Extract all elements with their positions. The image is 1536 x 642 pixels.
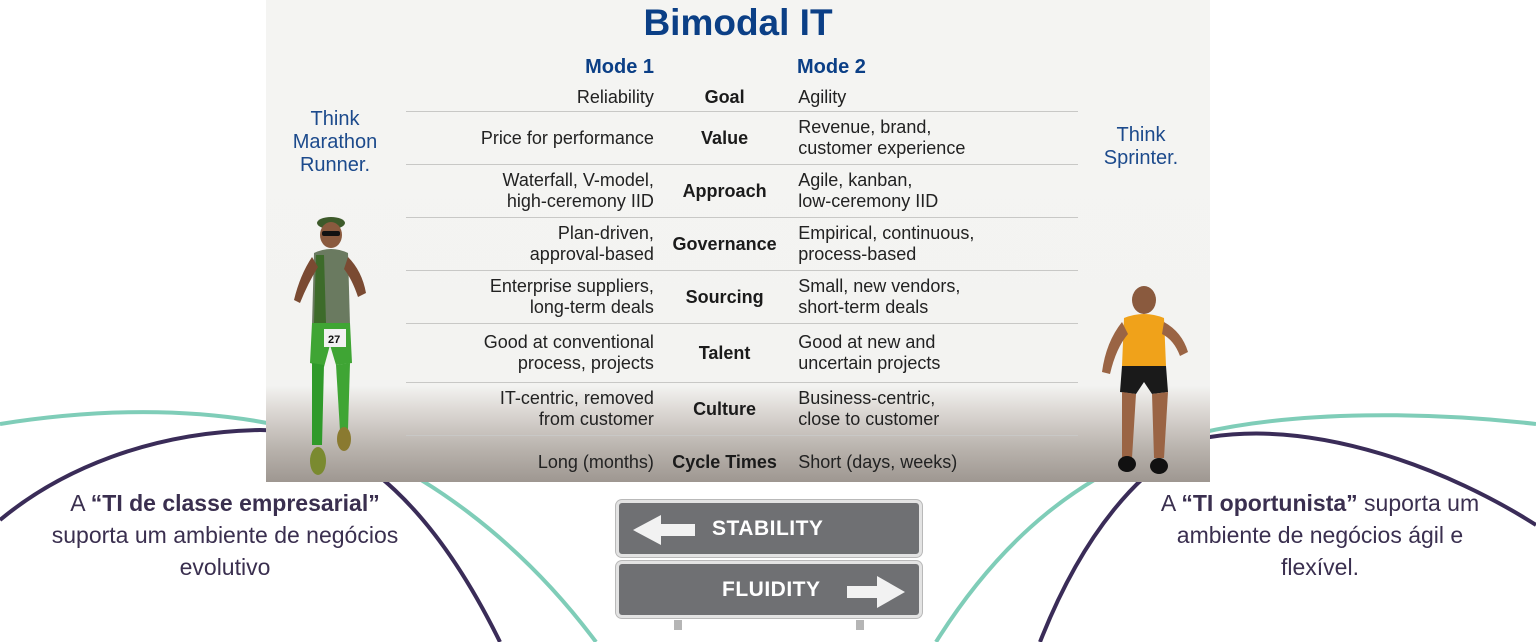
sign-board-stability: STABILITY xyxy=(616,500,922,557)
caption-enterprise-it: A “TI de classe empresarial” suporta um … xyxy=(40,487,410,583)
mode1-cell: Price for performance xyxy=(406,128,654,149)
mode1-cell: Long (months) xyxy=(406,452,654,473)
aspect-cell: Cycle Times xyxy=(672,451,777,472)
table-row: Waterfall, V-model, high-ceremony IID Appr… xyxy=(406,165,1078,218)
mode1-cell-line: Waterfall, V-model, xyxy=(502,170,654,190)
mode2-cell: Small, new vendors, short-term deals xyxy=(795,276,1078,318)
mode1-cell-line: Plan-driven, xyxy=(557,223,654,243)
mode1-cell-line: high-ceremony IID xyxy=(506,191,654,211)
caption-prefix: A xyxy=(1160,490,1182,516)
mode1-cell-line: long-term deals xyxy=(529,297,654,317)
aspect-cell: Value xyxy=(701,127,749,148)
mode2-cell-line: customer experience xyxy=(798,138,966,158)
table-row: Good at conventional process, projects Tal… xyxy=(406,324,1078,383)
table-row: IT-centric, removed from customer Culture B… xyxy=(406,383,1078,436)
mode2-cell: Agility xyxy=(795,87,1078,108)
caption-prefix: A xyxy=(70,490,91,516)
mode1-cell-line: approval-based xyxy=(529,244,654,264)
mode1-cell: Good at conventional process, projects xyxy=(406,332,654,374)
mode1-cell-line: from customer xyxy=(538,409,654,429)
mode2-cell-line: process-based xyxy=(798,244,917,264)
mode2-cell: Agile, kanban, low-ceremony IID xyxy=(795,170,1078,212)
think-line: Runner. xyxy=(299,154,371,176)
caption-bold-term: “TI de classe empresarial” xyxy=(90,490,380,516)
mode1-cell-line: IT-centric, removed xyxy=(499,388,654,408)
comparison-table: Reliability Goal Agility Price for performa… xyxy=(406,84,1078,482)
slide-title: Bimodal IT xyxy=(643,2,833,43)
mode2-cell: Short (days, weeks) xyxy=(795,452,1078,473)
aspect-cell: Sourcing xyxy=(685,286,764,307)
mode2-cell: Good at new and uncertain projects xyxy=(795,332,1078,374)
table-row: Enterprise suppliers, long-term deals Sour… xyxy=(406,271,1078,324)
aspect-cell: Approach xyxy=(682,180,767,201)
aspect-cell: Goal xyxy=(704,87,745,107)
marathon-runner-image: 27 xyxy=(294,217,366,475)
mode2-cell-line: Agility xyxy=(798,87,847,107)
mode2-cell-line: Business-centric, xyxy=(798,388,936,408)
mode2-cell-line: close to customer xyxy=(798,409,940,429)
sign-label-fluidity: FLUIDITY xyxy=(722,578,821,601)
mode2-cell-line: Revenue, brand, xyxy=(798,117,932,137)
mode2-cell: Empirical, continuous, process-based xyxy=(795,223,1078,265)
arrow-right-icon xyxy=(847,576,905,608)
caption-bold-term: “TI oportunista” xyxy=(1181,490,1358,516)
mode2-cell-line: Empirical, continuous, xyxy=(798,223,975,243)
mode2-cell-line: Good at new and xyxy=(798,332,936,352)
mode1-heading: Mode 1 xyxy=(585,56,654,78)
mode2-cell-line: short-term deals xyxy=(798,297,929,317)
caption-opportunistic-it: A “TI oportunista” suporta um ambiente d… xyxy=(1150,487,1490,583)
mode2-cell-line: uncertain projects xyxy=(798,353,941,373)
sprinter-image xyxy=(1102,286,1188,474)
mode1-cell-line: Good at conventional xyxy=(483,332,654,352)
think-marathon-runner-label: Think Marathon Runner. xyxy=(276,108,394,177)
think-line: Think xyxy=(310,108,360,130)
think-sprinter-label: Think Sprinter. xyxy=(1096,124,1186,170)
arrow-left-icon xyxy=(633,515,695,545)
table-row: Reliability Goal Agility xyxy=(406,84,1078,112)
aspect-cell: Governance xyxy=(672,233,777,254)
mode2-cell-line: Small, new vendors, xyxy=(798,276,961,296)
mode2-cell: Business-centric, close to customer xyxy=(795,388,1078,430)
caption-suffix: suporta um ambiente de negócios evolutiv… xyxy=(51,522,399,580)
aspect-cell: Talent xyxy=(698,342,751,363)
mode2-cell: Revenue, brand, customer experience xyxy=(795,117,1078,159)
mode1-cell-line: Price for performance xyxy=(480,127,654,148)
mode1-cell-line: Long (months) xyxy=(537,451,654,472)
think-line: Sprinter. xyxy=(1103,147,1179,169)
aspect-cell: Culture xyxy=(693,398,757,419)
direction-road-sign: STABILITY FLUIDITY xyxy=(614,497,924,631)
mode2-cell-line: Agile, kanban, xyxy=(798,170,913,190)
mode1-cell: Waterfall, V-model, high-ceremony IID xyxy=(406,170,654,212)
think-line: Think xyxy=(1116,124,1166,146)
mode2-heading: Mode 2 xyxy=(797,56,866,78)
mode1-cell: Plan-driven, approval-based xyxy=(406,223,654,265)
mode1-cell: Reliability xyxy=(406,87,654,108)
mode2-cell-line: low-ceremony IID xyxy=(798,191,939,211)
table-row: Price for performance Value Revenue, brand… xyxy=(406,112,1078,165)
mode1-cell: IT-centric, removed from customer xyxy=(406,388,654,430)
table-row: Long (months) Cycle Times Short (days, wee… xyxy=(406,436,1078,482)
runner-bib-number: 27 xyxy=(328,334,340,346)
sign-label-stability: STABILITY xyxy=(712,517,824,540)
sign-board-fluidity: FLUIDITY xyxy=(616,561,922,618)
mode1-cell-line: Enterprise suppliers, xyxy=(489,276,654,296)
sign-post xyxy=(856,620,864,630)
mode1-cell-line: process, projects xyxy=(517,353,654,373)
mode1-cell-line: Reliability xyxy=(576,87,654,107)
bimodal-it-slide: Bimodal IT Mode 1 Mode 2 Think Marathon … xyxy=(266,0,1210,482)
sign-post xyxy=(674,620,682,630)
mode1-cell: Enterprise suppliers, long-term deals xyxy=(406,276,654,318)
table-row: Plan-driven, approval-based Governance Empi… xyxy=(406,218,1078,271)
mode2-cell-line: Short (days, weeks) xyxy=(798,451,958,472)
think-line: Marathon xyxy=(292,131,378,153)
